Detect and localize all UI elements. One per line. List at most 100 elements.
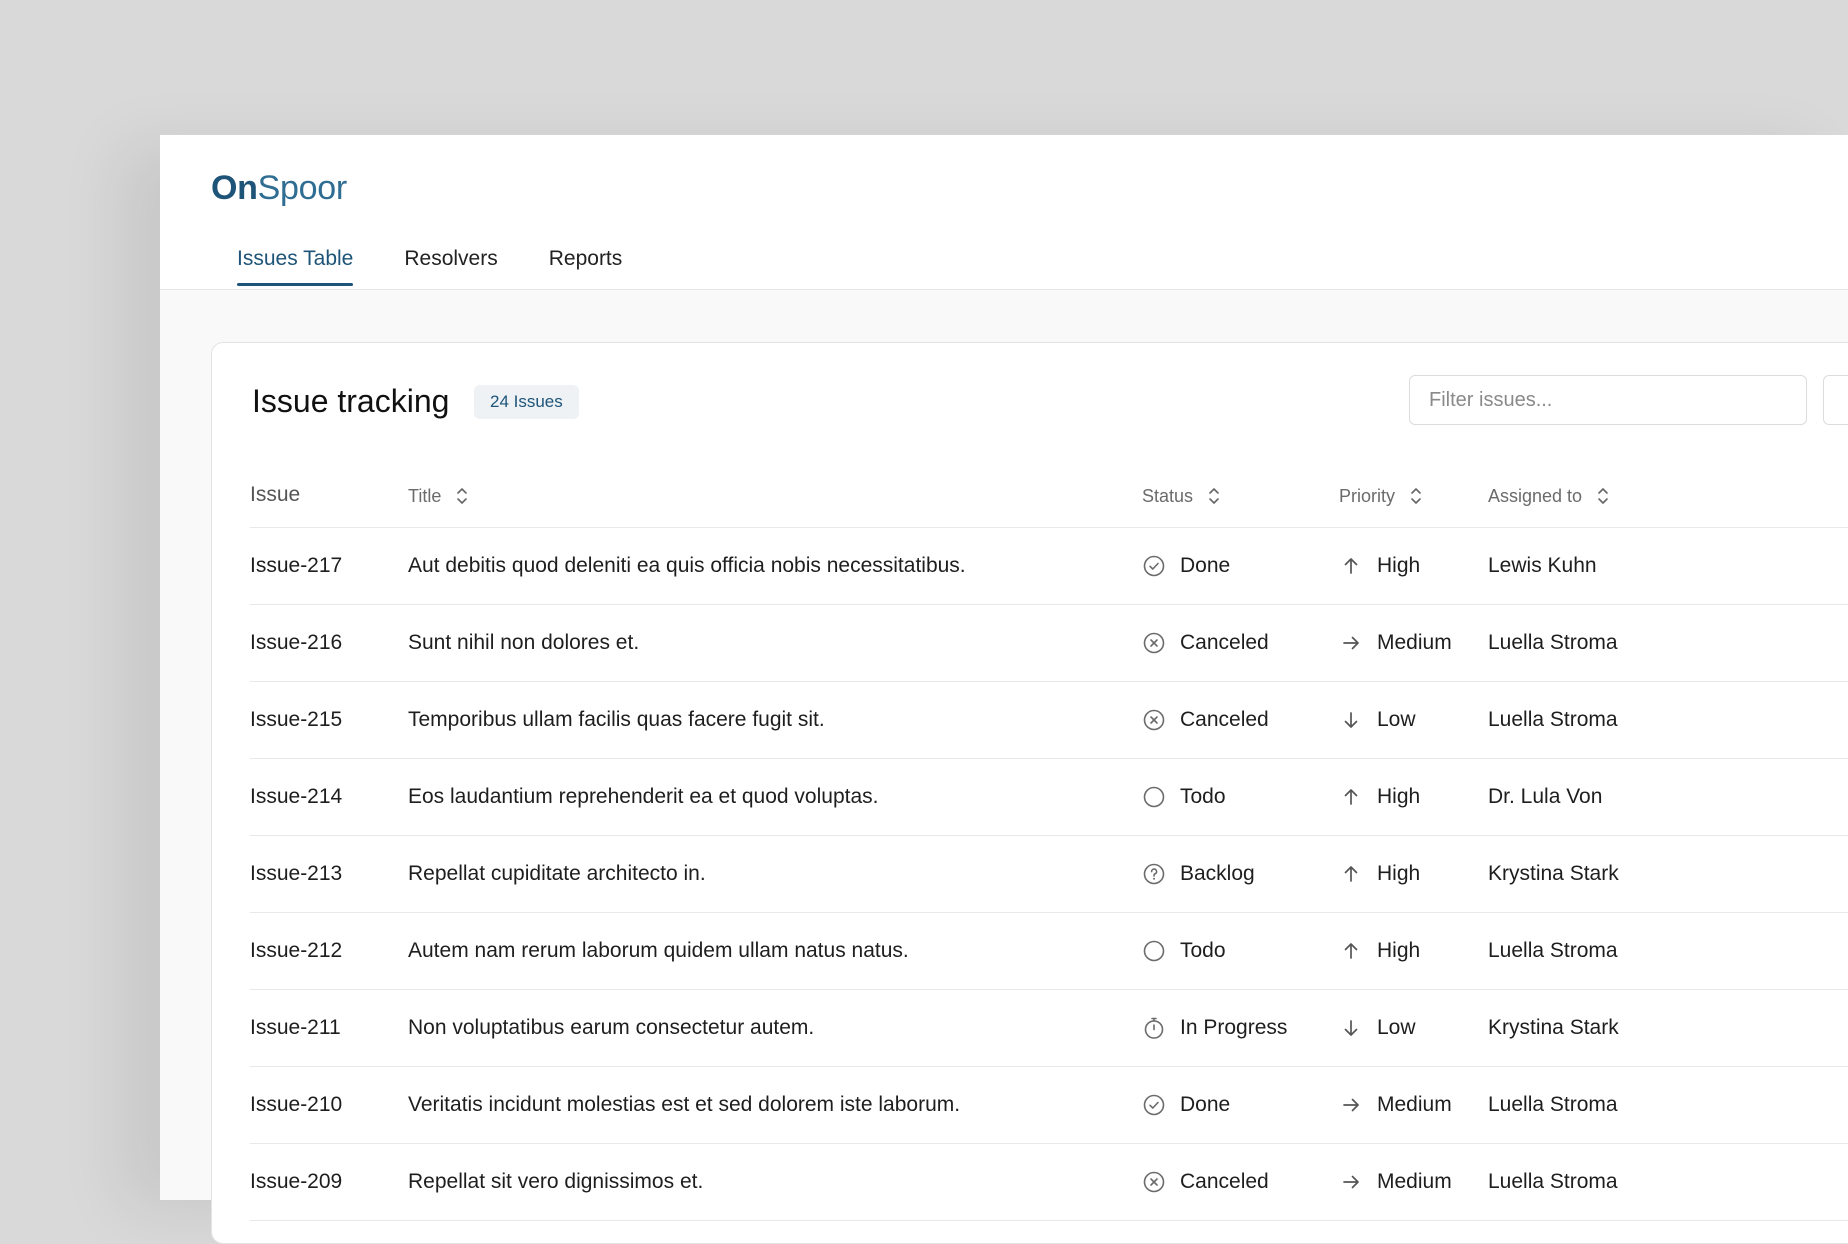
table-row[interactable]: Issue-210 Veritatis incidunt molestias es… [250,1066,1848,1144]
issue-title[interactable]: Repellat cupiditate architecto in. [408,835,706,912]
assignee-text: Luella Stroma [1488,1169,1618,1193]
status-text: In Progress [1180,1015,1288,1039]
issue-title[interactable]: Temporibus ullam facilis quas facere fug… [408,681,825,758]
issues-card: Issue tracking 24 Issues Issue Title Sta… [211,342,1848,1244]
issue-id[interactable]: Issue-212 [250,912,342,989]
column-header-title[interactable]: Title [408,485,469,507]
priority-cell: Medium [1339,604,1452,681]
status-text: Canceled [1180,707,1269,731]
status-cell: Todo [1142,912,1226,989]
status-cell: Backlog [1142,835,1255,912]
column-header-status-label: Status [1142,485,1194,506]
assignee-cell: Luella Stroma [1488,604,1618,681]
tab-resolvers[interactable]: Resolvers [404,247,497,285]
column-header-assigned-to-label: Assigned to [1488,485,1583,506]
issue-title[interactable]: Veritatis incidunt molestias est et sed … [408,1066,960,1143]
issue-id[interactable]: Issue-213 [250,835,342,912]
issue-title[interactable]: Non voluptatibus earum consectetur autem… [408,989,814,1066]
issue-id-text: Issue-216 [250,630,343,654]
brand-logo[interactable]: OnSpoor [211,169,347,208]
sort-icon[interactable] [455,485,469,507]
status-text: Done [1180,553,1231,577]
issue-id[interactable]: Issue-211 [250,989,341,1066]
issue-id[interactable]: Issue-216 [250,604,342,681]
column-header-issue: Issue [250,483,300,507]
column-header-title-label: Title [408,485,442,506]
issue-id-text: Issue-210 [250,1092,343,1116]
status-text: Todo [1180,784,1226,808]
issue-title[interactable]: Eos laudantium reprehenderit ea et quod … [408,758,878,835]
status-cell: Canceled [1142,681,1269,758]
column-header-issue-label: Issue [250,483,301,506]
table-header: Issue Title Status Priority Assigned to [250,473,1848,528]
issue-id[interactable]: Issue-210 [250,1066,342,1143]
issue-id[interactable]: Issue-209 [250,1143,342,1220]
priority-cell: High [1339,527,1420,604]
issue-id-text: Issue-211 [250,1015,341,1039]
view-options-button[interactable] [1823,375,1848,425]
status-cell: Done [1142,527,1230,604]
check-circle-icon [1143,1094,1165,1115]
arrow-right-icon [1343,1098,1359,1111]
priority-text: Medium [1377,1169,1452,1193]
brand-logo-bold: On [211,169,258,207]
status-text: Todo [1180,938,1226,962]
table-row[interactable]: Issue-212 Autem nam rerum laborum quidem … [250,912,1848,990]
column-header-status[interactable]: Status [1142,485,1221,507]
sort-icon[interactable] [1409,485,1423,507]
arrow-up-icon [1344,865,1358,882]
table-row[interactable]: Issue-214 Eos laudantium reprehenderit ea… [250,758,1848,836]
issue-title[interactable]: Autem nam rerum laborum quidem ullam nat… [408,912,909,989]
issue-id[interactable]: Issue-214 [250,758,342,835]
tab-bar: Issues Table Resolvers Reports [237,247,673,286]
priority-cell: Medium [1339,1066,1452,1143]
issue-id-text: Issue-209 [250,1169,343,1193]
priority-cell: Low [1339,989,1416,1066]
page-title: Issue tracking [252,383,450,419]
priority-text: Low [1377,1015,1416,1039]
table-row[interactable]: Issue-211 Non voluptatibus earum consecte… [250,989,1848,1067]
priority-text: Medium [1377,630,1452,654]
x-circle-icon [1143,632,1165,653]
issue-id-text: Issue-213 [250,861,343,885]
filter-input[interactable] [1409,375,1807,425]
status-cell: Todo [1142,758,1226,835]
status-cell: In Progress [1142,989,1287,1066]
assignee-cell: Luella Stroma [1488,1143,1618,1220]
sort-icon[interactable] [1207,485,1221,507]
table-row[interactable]: Issue-216 Sunt nihil non dolores et. Cance… [250,604,1848,682]
arrow-down-icon [1344,711,1358,728]
tab-reports[interactable]: Reports [549,247,623,285]
table-row[interactable]: Issue-217 Aut debitis quod deleniti ea qu… [250,527,1848,605]
priority-text: High [1377,553,1421,577]
assignee-cell: Krystina Stark [1488,835,1619,912]
tab-issues-table[interactable]: Issues Table [237,247,354,286]
issue-title[interactable]: Aut debitis quod deleniti ea quis offici… [408,527,966,604]
assignee-cell: Luella Stroma [1488,681,1618,758]
table-row[interactable]: Issue-215 Temporibus ullam facilis quas f… [250,681,1848,759]
status-cell: Canceled [1142,604,1269,681]
status-cell: Canceled [1142,1143,1269,1220]
issue-count-badge: 24 Issues [474,385,579,419]
issue-id[interactable]: Issue-215 [250,681,342,758]
arrow-down-icon [1344,1019,1358,1036]
issue-id-text: Issue-212 [250,938,343,962]
column-header-assigned-to[interactable]: Assigned to [1488,485,1610,507]
table-row[interactable]: Issue-213 Repellat cupiditate architecto … [250,835,1848,913]
assignee-text: Luella Stroma [1488,630,1618,654]
arrow-right-icon [1343,636,1359,649]
sort-icon[interactable] [1596,485,1610,507]
issue-id[interactable]: Issue-217 [250,527,342,604]
issue-title[interactable]: Repellat sit vero dignissimos et. [408,1143,703,1220]
column-header-priority[interactable]: Priority [1339,485,1423,507]
issue-title[interactable]: Sunt nihil non dolores et. [408,604,639,681]
priority-text: Low [1377,707,1416,731]
priority-cell: High [1339,912,1420,989]
status-cell: Done [1142,1066,1230,1143]
check-circle-icon [1143,555,1165,576]
issue-title-text: Repellat cupiditate architecto in. [408,861,706,885]
assignee-cell: Krystina Stark [1488,989,1619,1066]
arrow-up-icon [1344,788,1358,805]
assignee-cell: Luella Stroma [1488,912,1618,989]
table-row[interactable]: Issue-209 Repellat sit vero dignissimos e… [250,1143,1848,1221]
